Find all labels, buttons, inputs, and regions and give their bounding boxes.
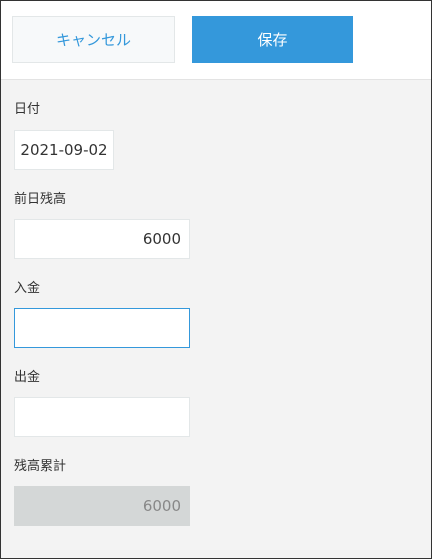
date-field[interactable]: 2021-09-02 bbox=[14, 130, 114, 170]
save-button[interactable]: 保存 bbox=[192, 16, 353, 63]
withdrawal-input[interactable] bbox=[14, 397, 190, 437]
prev-balance-label: 前日残高 bbox=[14, 192, 67, 207]
withdrawal-label: 出金 bbox=[14, 370, 41, 385]
deposit-label: 入金 bbox=[14, 281, 41, 296]
balance-total-field: 6000 bbox=[14, 486, 190, 526]
prev-balance-field[interactable]: 6000 bbox=[14, 219, 190, 259]
deposit-input[interactable] bbox=[14, 308, 190, 348]
balance-total-label: 残高累計 bbox=[14, 459, 67, 474]
date-label: 日付 bbox=[14, 102, 41, 117]
action-toolbar: キャンセル 保存 bbox=[1, 1, 431, 80]
record-edit-screen: キャンセル 保存 日付 2021-09-02 前日残高 6000 入金 出金 残… bbox=[0, 0, 432, 559]
cancel-button[interactable]: キャンセル bbox=[12, 16, 175, 63]
